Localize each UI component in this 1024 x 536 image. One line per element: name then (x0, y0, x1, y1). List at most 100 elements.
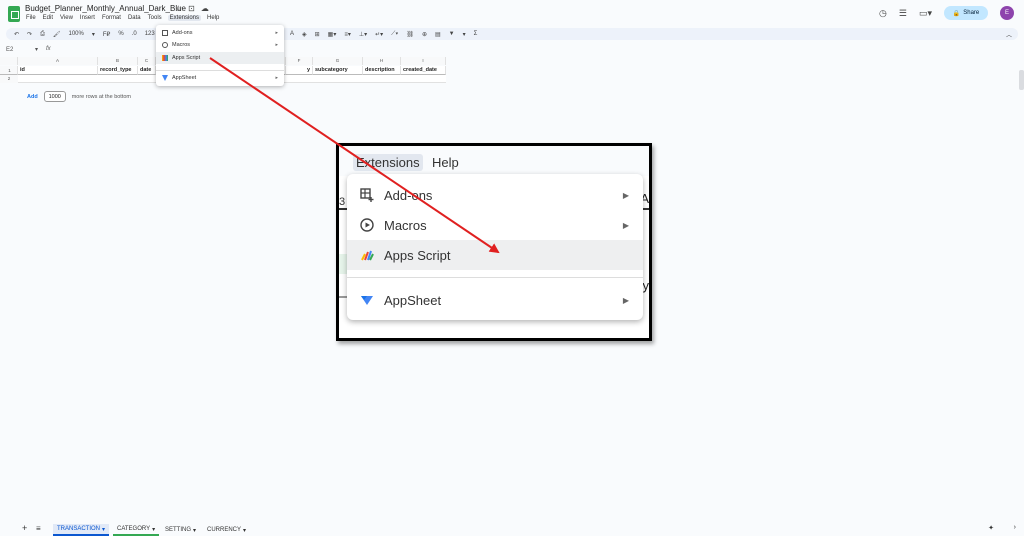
text-wrap-icon[interactable]: ↵▾ (375, 31, 383, 38)
tab-category[interactable]: CATEGORY ▾ (113, 524, 160, 536)
share-label: Share (963, 10, 980, 16)
header-cell-subcategory[interactable]: subcategory (313, 66, 363, 75)
menu-edit[interactable]: Edit (42, 15, 54, 21)
zoom-item-label: Add-ons (384, 187, 433, 203)
column-header[interactable]: B (98, 57, 138, 65)
comments-icon[interactable]: ☰ (899, 8, 907, 19)
submenu-arrow-icon: ▸ (275, 30, 278, 36)
chevron-down-icon[interactable]: ▾ (102, 526, 105, 533)
column-header[interactable]: A (18, 57, 98, 65)
zoom-callout: Extensions Help 3 A y Add-ons ▶ Macros ▶ (336, 143, 652, 341)
chevron-down-icon[interactable]: ▾ (193, 527, 196, 534)
avatar[interactable]: E (1000, 6, 1014, 20)
tab-transaction[interactable]: TRANSACTION ▾ (53, 524, 110, 536)
vertical-scrollbar[interactable] (1019, 70, 1024, 90)
rows-suffix-label: more rows at the bottom (71, 93, 132, 100)
filter-views-icon[interactable]: ▾ (463, 31, 466, 38)
menu-tools[interactable]: Tools (147, 15, 163, 21)
add-sheet-button[interactable]: + (22, 523, 27, 533)
meet-icon[interactable]: ▭▾ (919, 8, 932, 19)
borders-icon[interactable]: ⊞ (315, 31, 320, 38)
filter-icon[interactable]: ▼ (449, 31, 455, 38)
menu-item-label: Add-ons (172, 30, 193, 36)
cloud-status-icon[interactable]: ☁ (201, 4, 209, 13)
rows-count-input[interactable]: 1000 (43, 91, 66, 102)
row-number[interactable]: 1 (0, 66, 18, 75)
column-header[interactable]: I (401, 57, 446, 65)
select-all-corner[interactable] (0, 57, 18, 65)
header-cell-created-date[interactable]: created_date (401, 66, 446, 75)
column-header[interactable]: F (286, 57, 313, 65)
version-history-icon[interactable]: ◷ (879, 8, 887, 19)
name-box-value: E2 (6, 47, 14, 53)
print-icon[interactable]: ⎙ (40, 31, 45, 38)
text-rotation-icon[interactable]: ⟋▾ (391, 31, 398, 38)
menu-help[interactable]: Help (206, 15, 220, 21)
share-button[interactable]: 🔒 Share (944, 6, 988, 20)
percent-format-button[interactable]: % (118, 31, 123, 37)
insert-link-icon[interactable]: ⛓ (406, 31, 414, 38)
chevron-down-icon[interactable]: ▾ (243, 527, 246, 534)
fill-color-icon[interactable]: ◈ (302, 31, 307, 38)
tab-setting[interactable]: SETTING ▾ (161, 524, 200, 536)
zoom-extensions-menu: Add-ons ▶ Macros ▶ Apps Script AppSheet … (347, 174, 643, 320)
tab-currency[interactable]: CURRENCY ▾ (203, 524, 250, 536)
menu-item-label: Macros (172, 42, 191, 48)
sheets-logo-icon[interactable] (8, 6, 20, 22)
submenu-arrow-icon: ▸ (275, 42, 278, 48)
column-header[interactable]: C (138, 57, 156, 65)
menu-view[interactable]: View (59, 15, 74, 21)
all-sheets-button[interactable]: ≡ (36, 524, 41, 533)
collapse-toolbar-icon[interactable]: ︿ (1006, 30, 1012, 39)
header-cell-record-type[interactable]: record_type (98, 66, 138, 75)
name-box-caret-icon[interactable]: ▾ (35, 47, 38, 53)
column-header[interactable]: G (313, 57, 363, 65)
header-cell-description[interactable]: description (363, 66, 401, 75)
add-ons-icon (162, 30, 168, 36)
menu-format[interactable]: Format (101, 15, 122, 21)
menu-item-label: AppSheet (172, 75, 197, 81)
chevron-down-icon[interactable]: ▾ (152, 526, 155, 533)
vertical-align-icon[interactable]: ⊥▾ (359, 31, 367, 38)
header-cell-id[interactable]: id (18, 66, 98, 75)
name-box[interactable]: E2 ▾ (6, 46, 38, 53)
title-bar: Budget_Planner_Monthly_Annual_Dark_Blue … (0, 0, 1024, 26)
zoom-item-add-ons: Add-ons ▶ (347, 180, 643, 210)
menu-insert[interactable]: Insert (79, 15, 96, 21)
add-rows-button[interactable]: Add (27, 94, 38, 100)
merge-cells-icon[interactable]: ▦▾ (328, 31, 337, 38)
paint-format-icon[interactable]: 🖌 (53, 31, 61, 38)
zoom-select[interactable]: 100% (69, 31, 84, 37)
menu-item-apps-script[interactable]: Apps Script (156, 52, 284, 64)
appsheet-icon (162, 75, 168, 81)
menu-extensions[interactable]: Extensions (167, 15, 202, 21)
zoom-item-label: Macros (384, 217, 427, 233)
explore-icon[interactable]: ✦ (988, 524, 994, 532)
column-header[interactable]: H (363, 57, 401, 65)
decrease-decimal-button[interactable]: .0 (132, 31, 137, 37)
side-panel-toggle-icon[interactable]: › (1014, 524, 1016, 531)
header-cell-category[interactable]: y (286, 66, 313, 75)
menu-item-add-ons[interactable]: Add-ons ▸ (156, 27, 284, 39)
zoom-item-appsheet: AppSheet ▶ (347, 285, 643, 315)
menu-data[interactable]: Data (127, 15, 142, 21)
row-number[interactable]: 2 (0, 75, 18, 83)
header-cell-date[interactable]: date (138, 66, 156, 75)
menu-item-macros[interactable]: Macros ▸ (156, 39, 284, 51)
folder-move-icon[interactable]: ⊡ (188, 4, 195, 13)
star-icon[interactable]: ☆ (175, 4, 182, 13)
text-color-icon[interactable]: A (290, 31, 294, 38)
menu-file[interactable]: File (25, 15, 37, 21)
undo-icon[interactable]: ↶ (14, 31, 19, 38)
document-title[interactable]: Budget_Planner_Monthly_Annual_Dark_Blue (25, 4, 186, 13)
menu-item-appsheet[interactable]: AppSheet ▸ (156, 72, 284, 84)
more-formats-button[interactable]: 123 (145, 31, 155, 37)
functions-icon[interactable]: Σ (474, 31, 478, 38)
redo-icon[interactable]: ↷ (27, 31, 32, 38)
horizontal-align-icon[interactable]: ≡▾ (344, 31, 351, 38)
menu-divider (347, 277, 643, 278)
currency-format-button[interactable]: F₽ (103, 31, 110, 38)
insert-chart-icon[interactable]: ▤ (435, 31, 441, 38)
zoom-caret-icon[interactable]: ▾ (92, 31, 95, 38)
insert-comment-icon[interactable]: ⊕ (422, 31, 427, 38)
